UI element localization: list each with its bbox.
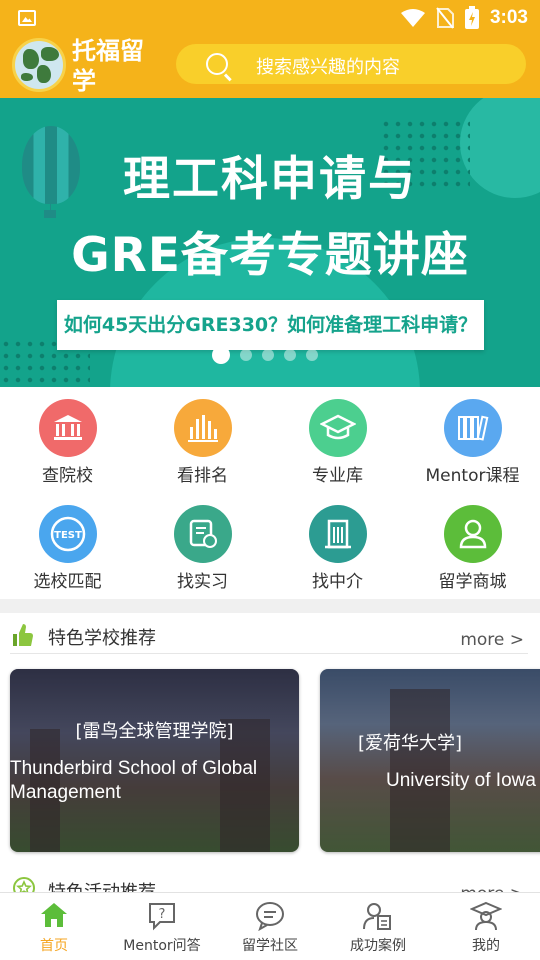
grid-item-store[interactable]: 留学商城 xyxy=(405,505,540,592)
section-underline xyxy=(10,653,528,654)
school-name-cn: [雷鸟全球管理学院] xyxy=(75,721,234,742)
pager-dot[interactable] xyxy=(262,349,274,361)
grid-label: 看排名 xyxy=(177,466,228,486)
section-divider xyxy=(0,599,540,613)
grid-label: 找实习 xyxy=(177,572,228,592)
pager-dot[interactable] xyxy=(240,349,252,361)
promo-banner[interactable]: 理工科申请与 GRE备考专题讲座 如何45天出分GRE330？如何准备理工科申请… xyxy=(0,98,540,387)
grid-label: 找中介 xyxy=(312,572,363,592)
school-name-en: University of Iowa xyxy=(386,770,536,791)
banner-subtitle: 如何45天出分GRE330？如何准备理工科申请？ xyxy=(57,300,484,350)
nav-label: 留学社区 xyxy=(242,938,298,954)
school-card[interactable]: [爱荷华大学] University of Iowa xyxy=(320,669,540,852)
more-link[interactable]: more > xyxy=(460,630,524,650)
status-time: 3:03 xyxy=(489,7,528,28)
grid-item-school-match[interactable]: TEST 选校匹配 xyxy=(0,505,135,592)
pager-dot[interactable] xyxy=(284,349,296,361)
grid-label: 查院校 xyxy=(42,466,93,486)
chat-bubble-icon xyxy=(256,902,284,931)
status-bar: 3:03 xyxy=(0,0,540,36)
thumbs-up-icon xyxy=(13,624,33,646)
nav-label: Mentor问答 xyxy=(123,938,201,954)
app-logo-globe-icon[interactable] xyxy=(12,38,66,92)
grid-icon-circle xyxy=(173,399,232,457)
nav-community[interactable]: 留学社区 xyxy=(216,893,324,960)
svg-text:?: ? xyxy=(159,907,166,922)
grid-label: Mentor课程 xyxy=(425,466,520,486)
grid-item-rankings[interactable]: 看排名 xyxy=(135,399,270,486)
nav-profile[interactable]: 我的 xyxy=(432,893,540,960)
books-icon xyxy=(457,415,488,441)
nav-success-cases[interactable]: 成功案例 xyxy=(324,893,432,960)
home-icon xyxy=(41,903,67,927)
grid-item-internships[interactable]: 找实习 xyxy=(135,505,270,592)
grid-icon-circle xyxy=(308,505,367,563)
office-building-icon xyxy=(324,519,351,549)
app-title: 托福留学 xyxy=(72,37,144,95)
nav-home[interactable]: 首页 xyxy=(0,893,108,960)
app-header: 3:03 托福留学 搜索感兴趣的内容 xyxy=(0,0,540,98)
search-icon xyxy=(206,53,228,75)
battery-charging-icon xyxy=(464,6,479,29)
pager-dot[interactable] xyxy=(306,349,318,361)
section-title: 特色学校推荐 xyxy=(48,628,156,649)
card-overlay xyxy=(320,669,540,852)
grid-icon-circle: TEST xyxy=(38,505,97,563)
grid-icon-circle xyxy=(38,399,97,457)
resume-icon xyxy=(189,519,217,548)
no-sim-icon xyxy=(436,7,454,29)
bottom-navigation: 首页 ? Mentor问答 留学社区 成功案例 我的 xyxy=(0,892,540,960)
grid-label: 专业库 xyxy=(312,466,363,486)
question-bubble-icon: ? xyxy=(149,903,175,931)
pager-dot[interactable] xyxy=(212,346,230,364)
status-icons: 3:03 xyxy=(400,6,528,30)
nav-mentor-qa[interactable]: ? Mentor问答 xyxy=(108,893,216,960)
wifi-icon xyxy=(400,9,425,27)
grid-item-school-search[interactable]: 查院校 xyxy=(0,399,135,486)
school-card[interactable]: [雷鸟全球管理学院] Thunderbird School of Global … xyxy=(10,669,299,852)
feature-grid: 查院校 看排名 专业库 Mentor课程 TEST 选校匹配 找实习 找中介 留… xyxy=(0,387,540,599)
school-name-en: Thunderbird School of Global Management xyxy=(10,758,258,803)
grid-label: 留学商城 xyxy=(438,572,507,592)
nav-label: 我的 xyxy=(472,938,500,954)
schools-section-header: 特色学校推荐 more > xyxy=(0,614,540,656)
bar-chart-icon xyxy=(187,415,218,442)
image-icon xyxy=(18,10,36,26)
test-icon: TEST xyxy=(50,516,85,552)
search-bar[interactable]: 搜索感兴趣的内容 xyxy=(176,44,526,84)
nav-label: 首页 xyxy=(40,938,68,954)
grid-icon-circle xyxy=(308,399,367,457)
user-document-icon xyxy=(363,903,391,930)
grid-icon-circle xyxy=(173,505,232,563)
banner-pager xyxy=(212,346,318,364)
grid-item-majors[interactable]: 专业库 xyxy=(270,399,405,486)
grid-icon-circle xyxy=(443,505,502,563)
banner-title-line2: GRE备考专题讲座 xyxy=(71,228,469,283)
school-building-icon xyxy=(53,415,82,440)
grid-label: 选校匹配 xyxy=(33,572,102,592)
grid-item-mentor-courses[interactable]: Mentor课程 xyxy=(405,399,540,486)
nav-label: 成功案例 xyxy=(350,938,406,954)
banner-title-line1: 理工科申请与 xyxy=(123,152,417,207)
graduation-cap-icon xyxy=(319,414,356,440)
search-placeholder: 搜索感兴趣的内容 xyxy=(256,57,400,78)
school-name-cn: [爱荷华大学] xyxy=(357,733,463,754)
grid-icon-circle xyxy=(443,399,502,457)
graduate-icon xyxy=(470,901,502,931)
grid-item-agencies[interactable]: 找中介 xyxy=(270,505,405,592)
user-icon xyxy=(459,519,486,549)
svg-text:TEST: TEST xyxy=(54,530,82,541)
